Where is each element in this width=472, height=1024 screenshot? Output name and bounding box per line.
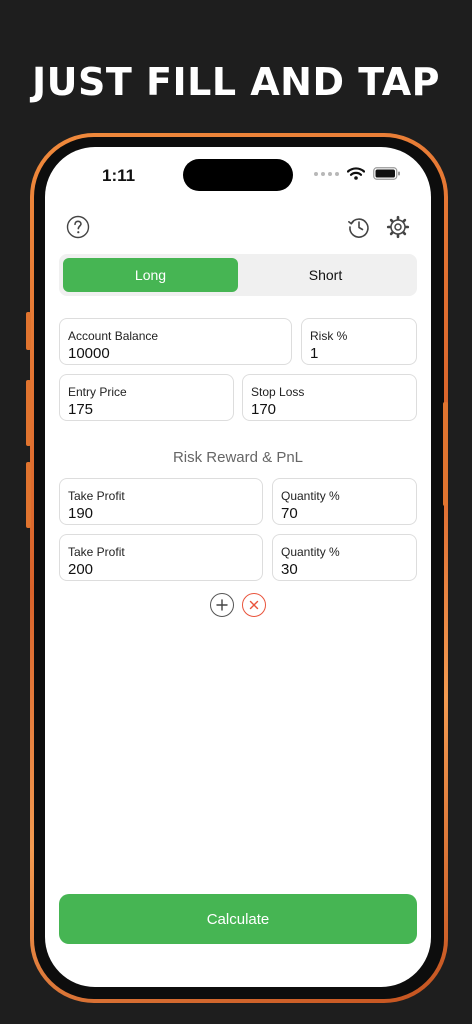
settings-button[interactable] [384,213,412,241]
entry-price-label: Entry Price [68,385,127,399]
history-clock-icon [348,218,369,238]
signal-icon [314,171,339,176]
history-button[interactable] [345,213,373,241]
take-profit-label: Take Profit [68,489,125,503]
take-profit-field[interactable]: Take Profit 190 [59,478,263,525]
quantity-percent-value[interactable]: 30 [281,560,408,580]
take-profit-label: Take Profit [68,545,125,559]
quantity-percent-label: Quantity % [281,545,340,559]
stop-loss-field[interactable]: Stop Loss 170 [242,374,417,421]
status-icons [314,167,401,180]
account-balance-value[interactable]: 10000 [68,344,283,364]
risk-percent-value[interactable]: 1 [310,344,408,364]
plus-icon [216,599,228,611]
status-time: 1:11 [102,166,136,185]
quantity-percent-label: Quantity % [281,489,340,503]
stop-loss-label: Stop Loss [251,385,305,399]
entry-price-value[interactable]: 175 [68,400,225,420]
take-profit-field[interactable]: Take Profit 200 [59,534,263,581]
phone-volume-down-button [26,462,31,528]
quantity-percent-field[interactable]: Quantity % 70 [272,478,417,525]
add-target-button[interactable] [210,593,234,617]
phone-action-button [26,312,31,350]
risk-percent-field[interactable]: Risk % 1 [301,318,417,365]
remove-target-button[interactable] [242,593,266,617]
section-title: Risk Reward & PnL [172,449,304,466]
account-balance-label: Account Balance [68,329,159,343]
battery-icon [373,167,400,180]
question-circle-icon [66,215,90,239]
calculate-button[interactable]: Calculate [59,894,417,944]
phone-power-button [443,402,448,506]
stop-loss-value[interactable]: 170 [251,400,408,420]
entry-price-field[interactable]: Entry Price 175 [59,374,234,421]
quantity-percent-field[interactable]: Quantity % 30 [272,534,417,581]
headline: JUST FILL AND TAP [32,60,440,104]
account-balance-field[interactable]: Account Balance 10000 [59,318,292,365]
risk-percent-label: Risk % [310,329,348,343]
take-profit-value[interactable]: 190 [68,504,254,524]
app-screen: 1:11 Long Short Account Balance 10000 Ri… [45,147,431,987]
take-profit-value[interactable]: 200 [68,560,254,580]
dynamic-island [183,159,293,191]
wifi-icon [347,167,365,180]
short-tab[interactable]: Short [238,258,413,292]
quantity-percent-value[interactable]: 70 [281,504,408,524]
phone-volume-up-button [26,380,31,446]
long-tab[interactable]: Long [63,258,238,292]
help-button[interactable] [64,213,92,241]
gear-icon [386,215,410,239]
close-icon [249,600,259,610]
position-type-toggle: Long Short [59,254,417,296]
